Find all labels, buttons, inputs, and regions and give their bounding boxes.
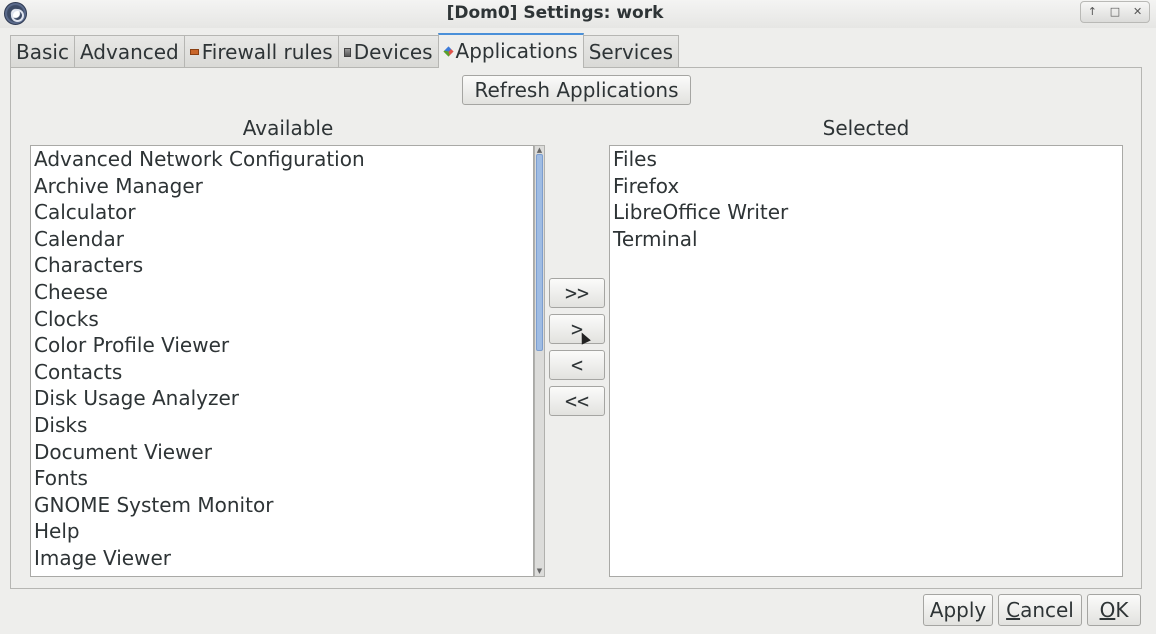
tab-label: Basic (16, 39, 69, 64)
remove-all-button[interactable]: << (549, 386, 605, 416)
window-controls: ↑ □ ✕ (1080, 1, 1150, 23)
list-item[interactable]: Help (31, 518, 533, 545)
available-label: Available (242, 116, 334, 140)
add-selected-button[interactable]: > (549, 314, 605, 344)
restore-icon[interactable]: □ (1106, 3, 1124, 21)
list-item[interactable]: Document Viewer (31, 439, 533, 466)
available-scrollbar[interactable]: ▲ ▼ (534, 145, 545, 577)
tab-firewall-rules[interactable]: Firewall rules (183, 35, 339, 68)
tab-bar: Basic Advanced Firewall rules Devices Ap… (10, 33, 680, 68)
title-bar: [Dom0] Settings: work ↑ □ ✕ (0, 0, 1156, 28)
tab-label: Services (588, 39, 674, 64)
window-title: [Dom0] Settings: work (446, 3, 664, 23)
tab-label: Firewall rules (201, 39, 333, 64)
list-item[interactable]: Disk Usage Analyzer (31, 385, 533, 412)
close-icon[interactable]: ✕ (1129, 3, 1147, 21)
list-item[interactable]: Image Viewer (31, 545, 533, 572)
list-item[interactable]: Clocks (31, 306, 533, 333)
devices-icon (343, 47, 351, 57)
list-item[interactable]: Cheese (31, 279, 533, 306)
scrollbar-thumb[interactable] (536, 154, 543, 351)
list-item[interactable]: Characters (31, 252, 533, 279)
mnemonic: O (1099, 598, 1116, 622)
tab-basic[interactable]: Basic (10, 35, 75, 68)
tab-label: Devices (353, 39, 433, 64)
ok-button[interactable]: OK (1087, 594, 1141, 626)
tab-services[interactable]: Services (582, 35, 680, 68)
refresh-applications-button[interactable]: Refresh Applications (462, 75, 691, 105)
list-item[interactable]: Fonts (31, 465, 533, 492)
apply-button[interactable]: Apply (923, 594, 993, 626)
add-all-button[interactable]: >> (549, 278, 605, 308)
list-item[interactable]: Files (610, 146, 1122, 173)
button-label: ancel (1020, 598, 1074, 622)
remove-selected-button[interactable]: < (549, 350, 605, 380)
list-item[interactable]: Advanced Network Configuration (31, 146, 533, 173)
tab-applications[interactable]: Applications (437, 33, 584, 68)
tab-devices[interactable]: Devices (337, 35, 439, 68)
scroll-down-icon[interactable]: ▼ (535, 567, 544, 576)
button-label: K (1115, 598, 1129, 622)
list-item[interactable]: Terminal (610, 226, 1122, 253)
list-item[interactable]: Calendar (31, 226, 533, 253)
selected-list[interactable]: Files Firefox LibreOffice Writer Termina… (609, 145, 1123, 577)
available-list[interactable]: Advanced Network Configuration Archive M… (30, 145, 534, 577)
list-item[interactable]: Firefox (610, 173, 1122, 200)
mnemonic: C (1006, 598, 1021, 622)
firewall-icon (189, 49, 199, 55)
list-item[interactable]: Archive Manager (31, 173, 533, 200)
list-item[interactable]: Calculator (31, 199, 533, 226)
selected-label: Selected (822, 116, 910, 140)
tab-advanced[interactable]: Advanced (73, 35, 185, 68)
maximize-up-icon[interactable]: ↑ (1083, 3, 1101, 21)
list-item[interactable]: Color Profile Viewer (31, 332, 533, 359)
list-item[interactable]: Contacts (31, 359, 533, 386)
tab-label: Applications (455, 39, 578, 63)
list-item[interactable]: LibreOffice Writer (610, 199, 1122, 226)
cancel-button[interactable]: Cancel (998, 594, 1082, 626)
applications-icon (442, 46, 454, 57)
list-item[interactable]: Disks (31, 412, 533, 439)
list-item[interactable]: GNOME System Monitor (31, 492, 533, 519)
tab-label: Advanced (79, 39, 179, 64)
